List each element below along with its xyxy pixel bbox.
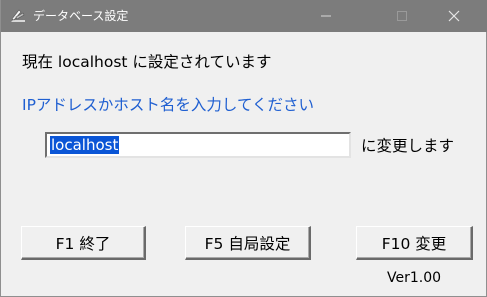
version-label: Ver1.00 [387, 270, 442, 286]
maximize-button[interactable] [379, 0, 425, 32]
host-input[interactable]: localhost [45, 132, 351, 158]
app-icon [10, 8, 26, 24]
input-prompt-label: IPアドレスかホスト名を入力してください [22, 96, 314, 114]
title-bar[interactable]: データベース設定 [1, 0, 487, 32]
minimize-icon [321, 15, 331, 17]
current-setting-label: 現在 localhost に設定されています [22, 53, 272, 71]
change-button[interactable]: F10 変更 [356, 226, 473, 260]
window-title: データベース設定 [33, 9, 129, 23]
local-setting-button[interactable]: F5 自局設定 [185, 226, 311, 260]
close-icon [448, 10, 460, 22]
database-settings-window: データベース設定 現在 localhost に設定されています IPアドレスかホ… [0, 0, 487, 297]
change-suffix-label: に変更します [361, 137, 455, 155]
host-input-value: localhost [50, 136, 120, 154]
close-button[interactable] [431, 0, 477, 32]
minimize-button[interactable] [303, 0, 349, 32]
exit-button[interactable]: F1 終了 [21, 226, 146, 260]
maximize-icon [397, 11, 407, 21]
